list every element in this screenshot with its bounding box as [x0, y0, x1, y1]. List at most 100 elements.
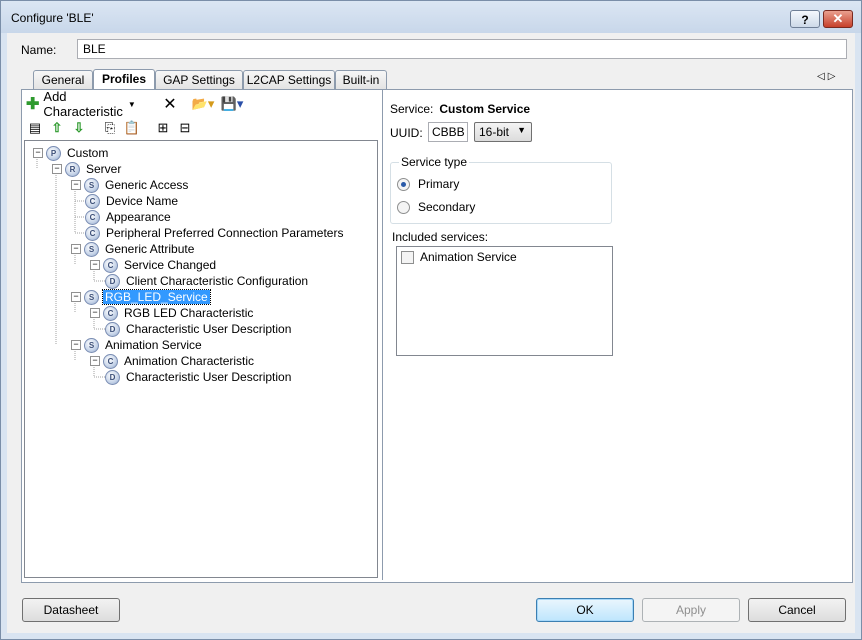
- tree-node-animation-characteristic[interactable]: − C Animation Characteristic: [90, 353, 256, 369]
- tree-node-custom[interactable]: − P Custom: [33, 145, 110, 161]
- copy-icon[interactable]: ⎘: [102, 120, 118, 136]
- secondary-label: Secondary: [418, 200, 476, 214]
- collapse-icon[interactable]: −: [33, 148, 43, 158]
- uuid-size-select[interactable]: 16-bit ▼: [474, 122, 532, 142]
- primary-radio[interactable]: [397, 177, 410, 191]
- tree-node-generic-access[interactable]: − S Generic Access: [71, 177, 190, 193]
- tab-built-in[interactable]: Built-in: [335, 70, 387, 89]
- collapse-icon[interactable]: −: [71, 340, 81, 350]
- tree-node-animation-service[interactable]: − S Animation Service: [71, 337, 204, 353]
- tree-node-label: Animation Characteristic: [124, 354, 255, 368]
- chevron-down-icon: ▼: [127, 99, 136, 109]
- tab-scroll-arrows[interactable]: ◁▷: [817, 71, 838, 82]
- scroll-left-icon[interactable]: ◁: [817, 71, 828, 82]
- descriptor-icon: D: [105, 273, 120, 289]
- collapse-icon[interactable]: −: [71, 292, 81, 302]
- collapse-icon[interactable]: −: [52, 164, 62, 174]
- tree-node-generic-attribute[interactable]: − S Generic Attribute: [71, 241, 196, 257]
- service-value: Custom Service: [439, 102, 531, 116]
- service-row: Service: Custom Service: [390, 102, 530, 116]
- add-characteristic-button[interactable]: ✚ Add Characteristic ▼: [26, 89, 136, 119]
- tree-node-server[interactable]: − R Server: [52, 161, 123, 177]
- dialog-body: Name: BLE General Profiles GAP Settings …: [7, 33, 855, 633]
- service-icon: S: [84, 337, 99, 353]
- tab-gap-settings[interactable]: GAP Settings: [155, 70, 243, 89]
- move-up-icon[interactable]: ⇧: [50, 120, 64, 136]
- server-icon: R: [65, 161, 80, 177]
- included-services-label: Included services:: [392, 230, 489, 244]
- collapse-icon[interactable]: −: [71, 244, 81, 254]
- help-button[interactable]: ?: [790, 10, 820, 28]
- name-label: Name:: [21, 43, 57, 57]
- profile-tree-pane: ✚ Add Characteristic ▼ ✕ 📂▾ 💾▾ ▤ ⇧ ⇩ ⎘ 📋…: [22, 89, 383, 580]
- primary-label: Primary: [418, 177, 460, 191]
- tree-node-label: Appearance: [106, 210, 171, 224]
- tree-node-label: Server: [86, 162, 122, 176]
- service-icon: S: [84, 289, 99, 305]
- tree-node-label: Peripheral Preferred Connection Paramete…: [106, 226, 344, 240]
- move-down-icon[interactable]: ⇩: [72, 120, 86, 136]
- tree-node-service-changed[interactable]: − C Service Changed: [90, 257, 218, 273]
- add-characteristic-label: Add Characteristic: [43, 89, 123, 119]
- characteristic-icon: C: [103, 353, 118, 369]
- collapse-icon[interactable]: −: [90, 308, 100, 318]
- tree-node-label-selected: RGB_LED_Service: [102, 289, 211, 305]
- uuid-input[interactable]: CBBB: [428, 122, 468, 142]
- apply-button[interactable]: Apply: [642, 598, 740, 622]
- collapse-icon[interactable]: −: [71, 180, 81, 190]
- profiles-panel: ✚ Add Characteristic ▼ ✕ 📂▾ 💾▾ ▤ ⇧ ⇩ ⎘ 📋…: [21, 89, 853, 583]
- ok-button[interactable]: OK: [536, 598, 634, 622]
- tab-l2cap-settings[interactable]: L2CAP Settings: [243, 70, 335, 89]
- collapse-icon[interactable]: −: [90, 260, 100, 270]
- collapse-all-icon[interactable]: ⊟: [176, 120, 194, 136]
- name-input[interactable]: BLE: [77, 39, 847, 59]
- configure-dialog: Configure 'BLE' ? ✕ Name: BLE General Pr…: [0, 0, 862, 640]
- sort-icon[interactable]: ▤: [28, 120, 42, 136]
- characteristic-icon: C: [85, 209, 100, 225]
- included-service-checkbox[interactable]: [401, 250, 414, 264]
- tree-node-appearance[interactable]: C Appearance: [85, 209, 173, 225]
- primary-option[interactable]: Primary: [397, 177, 459, 191]
- scroll-right-icon[interactable]: ▷: [828, 71, 839, 82]
- tree-node-rgb-led-service[interactable]: − S RGB_LED_Service: [71, 289, 211, 305]
- cancel-button[interactable]: Cancel: [748, 598, 846, 622]
- tree-node-ppcp[interactable]: C Peripheral Preferred Connection Parame…: [85, 225, 345, 241]
- tree-node-rgb-user-description[interactable]: D Characteristic User Description: [105, 321, 293, 337]
- tree-node-label: Generic Attribute: [105, 242, 195, 256]
- secondary-option[interactable]: Secondary: [397, 200, 475, 214]
- tree-node-label: Device Name: [106, 194, 179, 208]
- paste-icon[interactable]: 📋: [124, 120, 140, 136]
- title-bar: Configure 'BLE' ? ✕: [1, 1, 861, 33]
- open-folder-icon[interactable]: 📂▾: [190, 94, 216, 114]
- tab-profiles[interactable]: Profiles: [93, 69, 155, 90]
- characteristic-icon: C: [85, 193, 100, 209]
- datasheet-button[interactable]: Datasheet: [22, 598, 120, 622]
- collapse-icon[interactable]: −: [90, 356, 100, 366]
- descriptor-icon: D: [105, 369, 120, 385]
- service-icon: S: [84, 177, 99, 193]
- uuid-label: UUID:: [390, 126, 423, 140]
- window-title: Configure 'BLE': [11, 11, 94, 25]
- tab-general[interactable]: General: [33, 70, 93, 89]
- tree-node-device-name[interactable]: C Device Name: [85, 193, 180, 209]
- tree-node-label: Animation Service: [105, 338, 202, 352]
- save-icon[interactable]: 💾▾: [220, 94, 244, 114]
- list-item[interactable]: Animation Service: [401, 250, 517, 264]
- tree-node-label: Service Changed: [124, 258, 217, 272]
- tree-node-label: Client Characteristic Configuration: [126, 274, 309, 288]
- secondary-radio[interactable]: [397, 200, 410, 214]
- tree-node-cccd[interactable]: D Client Characteristic Configuration: [105, 273, 310, 289]
- tree-node-animation-user-description[interactable]: D Characteristic User Description: [105, 369, 293, 385]
- tree-node-rgb-led-characteristic[interactable]: − C RGB LED Characteristic: [90, 305, 255, 321]
- characteristic-icon: C: [103, 257, 118, 273]
- characteristic-icon: C: [103, 305, 118, 321]
- included-services-list[interactable]: Animation Service: [396, 246, 613, 356]
- tree-node-label: RGB LED Characteristic: [124, 306, 254, 320]
- service-type-label: Service type: [399, 155, 470, 169]
- profile-tree[interactable]: − P Custom − R Server − S Generic Access: [24, 140, 378, 578]
- service-type-group: Service type Primary Secondary: [390, 155, 612, 224]
- expand-all-icon[interactable]: ⊞: [154, 120, 172, 136]
- delete-icon[interactable]: ✕: [162, 94, 178, 114]
- service-details-pane: Service: Custom Service UUID: CBBB 16-bit…: [386, 90, 851, 580]
- close-button[interactable]: ✕: [823, 10, 853, 28]
